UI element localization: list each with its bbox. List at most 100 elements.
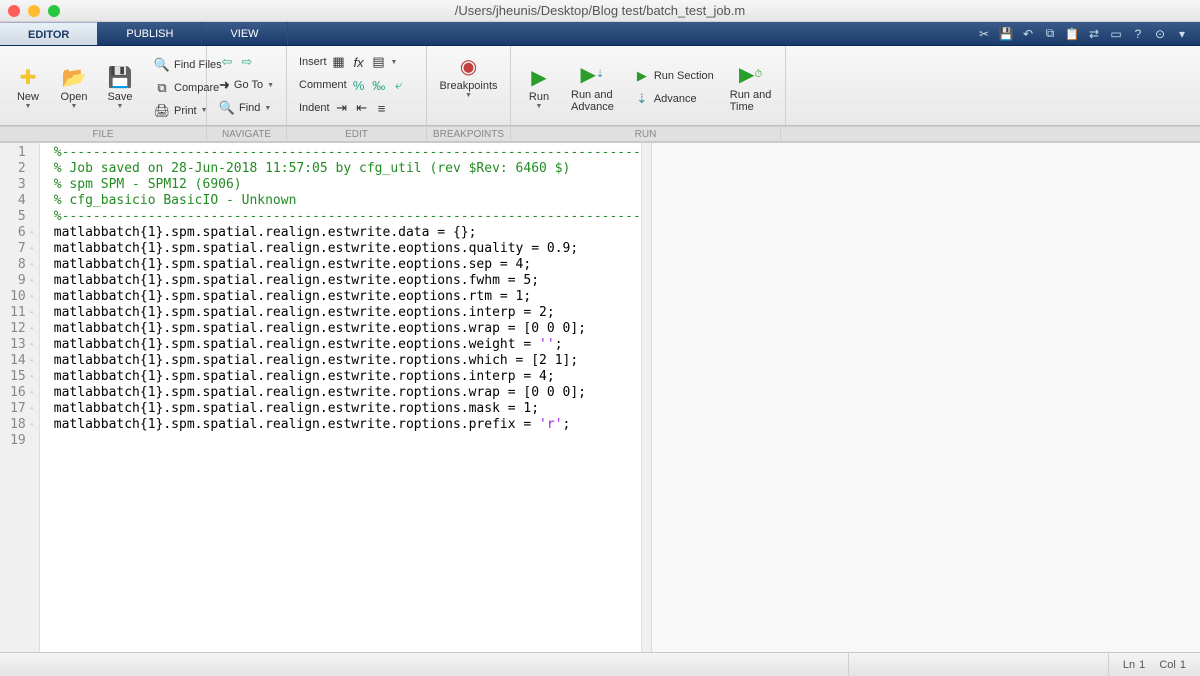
chevron-down-icon: ▼	[71, 103, 78, 110]
code-editor[interactable]: %---------------------------------------…	[40, 143, 642, 652]
line-number[interactable]: 18-	[0, 417, 39, 433]
cut-icon[interactable]: ✂	[976, 26, 992, 42]
line-number[interactable]: 15-	[0, 369, 39, 385]
line-number[interactable]: 5	[0, 209, 39, 225]
copy-icon[interactable]: ⧉	[1042, 26, 1058, 42]
line-number[interactable]: 16-	[0, 385, 39, 401]
code-line[interactable]: %---------------------------------------…	[54, 145, 641, 161]
doc-icon[interactable]: ▭	[1108, 26, 1124, 42]
find-button[interactable]: 🔍Find ▼	[215, 98, 278, 118]
tab-view[interactable]: VIEW	[202, 22, 287, 45]
breakpoint-icon: ◉	[457, 54, 481, 78]
indent-auto-icon: ≡	[374, 100, 390, 116]
forward-icon: ⇨	[239, 54, 255, 70]
code-line[interactable]: matlabbatch{1}.spm.spatial.realign.estwr…	[54, 337, 641, 353]
fx-icon: fx	[351, 54, 367, 70]
line-number[interactable]: 4	[0, 193, 39, 209]
run-time-button[interactable]: ▶⏱ Run and Time	[724, 61, 778, 115]
line-number[interactable]: 6-	[0, 225, 39, 241]
code-line[interactable]: matlabbatch{1}.spm.spatial.realign.estwr…	[54, 257, 641, 273]
indent-left-icon: ⇤	[354, 100, 370, 116]
tab-editor[interactable]: EDITOR	[0, 22, 98, 45]
uncomment-icon: ‰	[371, 77, 387, 93]
toolbar: ✚ New ▼ 📂 Open ▼ 💾 Save ▼ 🔍Find Files ⧉C…	[0, 46, 1200, 126]
code-line[interactable]: matlabbatch{1}.spm.spatial.realign.estwr…	[54, 369, 641, 385]
save-icon[interactable]: 💾	[998, 26, 1014, 42]
line-number[interactable]: 10-	[0, 289, 39, 305]
code-line[interactable]: %---------------------------------------…	[54, 209, 641, 225]
statusbar: Ln 1 Col 1	[0, 652, 1200, 676]
line-gutter[interactable]: 1 2 3 4 5 6-7-8-9-10-11-12-13-14-15-16-1…	[0, 143, 40, 652]
line-number[interactable]: 12-	[0, 321, 39, 337]
code-line[interactable]: % spm SPM - SPM12 (6906)	[54, 177, 641, 193]
code-line[interactable]: matlabbatch{1}.spm.spatial.realign.estwr…	[54, 289, 641, 305]
line-number[interactable]: 3	[0, 177, 39, 193]
chevron-down-icon: ▼	[536, 103, 543, 110]
open-icon: 📂	[62, 65, 86, 89]
save-icon: 💾	[108, 65, 132, 89]
code-line[interactable]: matlabbatch{1}.spm.spatial.realign.estwr…	[54, 417, 641, 433]
code-overview-strip[interactable]	[642, 143, 651, 652]
run-icon: ▶	[527, 65, 551, 89]
line-number[interactable]: 8-	[0, 257, 39, 273]
var-icon: ▤	[371, 54, 387, 70]
undo-icon[interactable]: ↶	[1020, 26, 1036, 42]
print-icon: 🖨	[154, 103, 170, 119]
open-button[interactable]: 📂 Open ▼	[54, 63, 94, 112]
save-button[interactable]: 💾 Save ▼	[100, 63, 140, 112]
chevron-down-icon: ▼	[465, 92, 472, 99]
run-button[interactable]: ▶ Run ▼	[519, 63, 559, 112]
line-number[interactable]: 2	[0, 161, 39, 177]
quick-access: ✂ 💾 ↶ ⧉ 📋 ⇄ ▭ ? ⊙ ▾	[976, 22, 1200, 45]
advance-button[interactable]: ⇣Advance	[630, 89, 718, 109]
code-line[interactable]: matlabbatch{1}.spm.spatial.realign.estwr…	[54, 353, 641, 369]
line-number[interactable]: 13-	[0, 337, 39, 353]
code-line[interactable]: % cfg_basicio BasicIO - Unknown	[54, 193, 641, 209]
indent-button[interactable]: Indent ⇥ ⇤ ≡	[295, 98, 418, 118]
chevron-down-icon: ▼	[117, 103, 124, 110]
run-time-icon: ▶⏱	[739, 63, 763, 87]
insert-button[interactable]: Insert ▦ fx ▤▼	[295, 52, 418, 72]
findfiles-icon: 🔍	[154, 57, 170, 73]
code-line[interactable]: matlabbatch{1}.spm.spatial.realign.estwr…	[54, 273, 641, 289]
line-number[interactable]: 17-	[0, 401, 39, 417]
line-number[interactable]: 1	[0, 145, 39, 161]
goto-button[interactable]: ➜Go To ▼	[215, 75, 278, 95]
code-line[interactable]: % Job saved on 28-Jun-2018 11:57:05 by c…	[54, 161, 641, 177]
line-number[interactable]: 19	[0, 433, 39, 449]
cursor-position: Ln 1 Col 1	[1108, 653, 1200, 676]
code-line[interactable]: matlabbatch{1}.spm.spatial.realign.estwr…	[54, 385, 641, 401]
code-line[interactable]: matlabbatch{1}.spm.spatial.realign.estwr…	[54, 305, 641, 321]
run-advance-button[interactable]: ▶⇣ Run and Advance	[565, 61, 620, 115]
switch-icon[interactable]: ⇄	[1086, 26, 1102, 42]
section-icon: ▦	[331, 54, 347, 70]
comment-icon: %	[351, 77, 367, 93]
code-line[interactable]: matlabbatch{1}.spm.spatial.realign.estwr…	[54, 225, 641, 241]
collapse-icon[interactable]: ▾	[1174, 26, 1190, 42]
indent-right-icon: ⇥	[334, 100, 350, 116]
comment-button[interactable]: Comment % ‰ ⤶	[295, 75, 418, 95]
line-number[interactable]: 9-	[0, 273, 39, 289]
line-number[interactable]: 7-	[0, 241, 39, 257]
breakpoints-button[interactable]: ◉ Breakpoints ▼	[433, 52, 503, 101]
code-line[interactable]: matlabbatch{1}.spm.spatial.realign.estwr…	[54, 321, 641, 337]
paste-icon[interactable]: 📋	[1064, 26, 1080, 42]
run-section-button[interactable]: ▶Run Section	[630, 66, 718, 86]
help-icon[interactable]: ?	[1130, 26, 1146, 42]
code-line[interactable]: matlabbatch{1}.spm.spatial.realign.estwr…	[54, 241, 641, 257]
tab-publish[interactable]: PUBLISH	[98, 22, 202, 45]
run-advance-icon: ▶⇣	[580, 63, 604, 87]
line-number[interactable]: 11-	[0, 305, 39, 321]
editor-area: 1 2 3 4 5 6-7-8-9-10-11-12-13-14-15-16-1…	[0, 142, 1200, 652]
line-number[interactable]: 14-	[0, 353, 39, 369]
find-icon: 🔍	[219, 100, 235, 116]
search-icon[interactable]: ⊙	[1152, 26, 1168, 42]
titlebar: /Users/jheunis/Desktop/Blog test/batch_t…	[0, 0, 1200, 22]
new-button[interactable]: ✚ New ▼	[8, 63, 48, 112]
code-line[interactable]: matlabbatch{1}.spm.spatial.realign.estwr…	[54, 401, 641, 417]
run-section-icon: ▶	[634, 68, 650, 84]
nav-back-forward[interactable]: ⇦⇨	[215, 52, 278, 72]
code-line[interactable]	[54, 433, 641, 449]
compare-icon: ⧉	[154, 80, 170, 96]
back-icon: ⇦	[219, 54, 235, 70]
